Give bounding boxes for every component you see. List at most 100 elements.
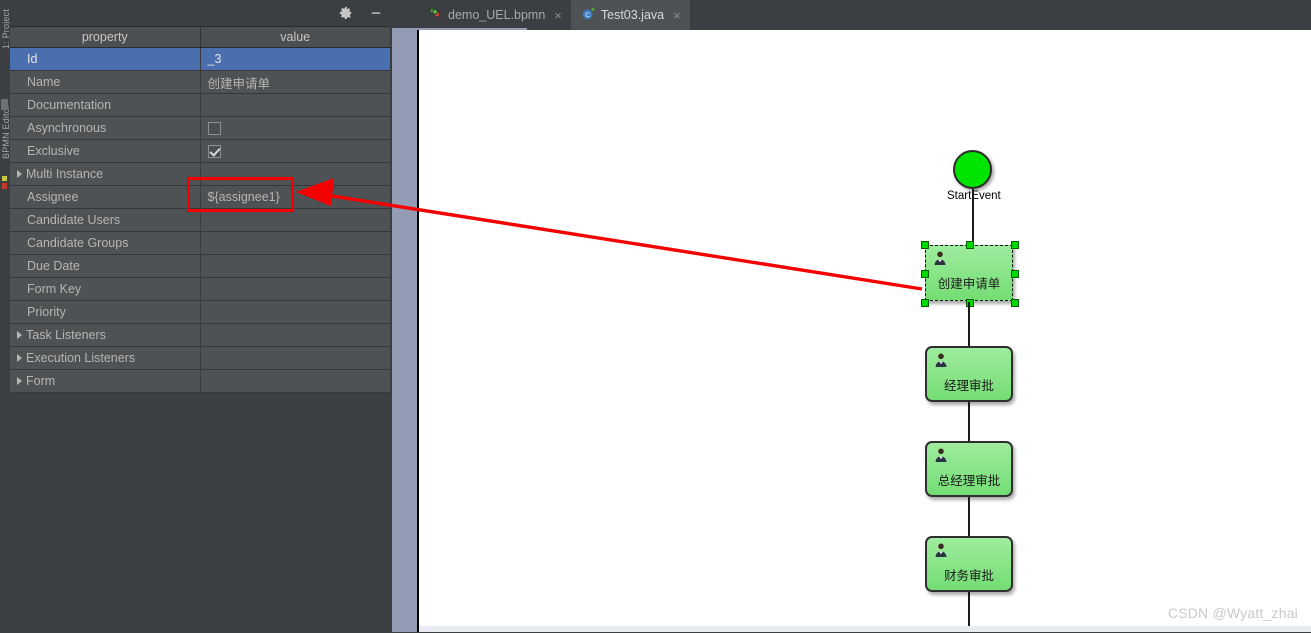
ide-window: 1: Project BPMN Editor property value Id… bbox=[0, 0, 1311, 633]
checkbox-unchecked-icon[interactable] bbox=[207, 122, 221, 136]
property-name-cell[interactable]: Assignee bbox=[10, 185, 201, 209]
property-value-cell[interactable]: _3 bbox=[200, 47, 391, 71]
resize-handle-n[interactable] bbox=[966, 241, 974, 249]
properties-table-body: Id _3 Name 创建申请单 Documentation Asynchronous Ex… bbox=[10, 47, 391, 393]
bpmn-user-task-finance-approval[interactable]: 财务审批 bbox=[925, 536, 1013, 592]
bpmn-file-icon bbox=[429, 7, 442, 23]
property-value-cell[interactable] bbox=[200, 277, 391, 301]
property-name-label: Form Key bbox=[27, 282, 82, 296]
property-name-label: Id bbox=[27, 52, 38, 66]
canvas-bottom-strip bbox=[419, 626, 1311, 632]
property-value-cell[interactable] bbox=[200, 369, 391, 393]
close-icon[interactable]: × bbox=[673, 9, 681, 22]
resize-handle-se[interactable] bbox=[1011, 299, 1019, 307]
properties-table-container: property value Id _3 Name 创建申请单 Documentatio… bbox=[10, 26, 391, 633]
resize-handle-e[interactable] bbox=[1011, 270, 1019, 278]
table-row[interactable]: Documentation bbox=[10, 93, 391, 117]
table-row[interactable]: Due Date bbox=[10, 254, 391, 278]
property-value-cell[interactable] bbox=[200, 300, 391, 324]
table-row[interactable]: Task Listeners bbox=[10, 323, 391, 347]
property-value-cell[interactable] bbox=[200, 139, 391, 163]
close-icon[interactable]: × bbox=[554, 9, 562, 22]
strip-warning-dot bbox=[2, 176, 7, 181]
strip-error-dot bbox=[2, 183, 7, 189]
property-value-cell[interactable] bbox=[200, 93, 391, 117]
properties-table-header-row: property value bbox=[10, 27, 390, 48]
property-name-label: Name bbox=[27, 75, 61, 89]
property-name-cell[interactable]: Exclusive bbox=[10, 139, 201, 163]
chevron-right-icon[interactable] bbox=[17, 330, 22, 339]
property-name-cell[interactable]: Name bbox=[10, 70, 201, 94]
property-name-label: Form bbox=[26, 374, 56, 388]
bpmn-task-label: 总经理审批 bbox=[937, 474, 1001, 488]
table-row[interactable]: Exclusive bbox=[10, 139, 391, 163]
bpmn-diagram-canvas[interactable]: StartEvent 创建申请单 经理审批 总经理审批 财务审批 CSDN @W… bbox=[419, 30, 1311, 632]
property-name-label: Due Date bbox=[27, 259, 80, 273]
checkbox-checked-icon[interactable] bbox=[207, 145, 221, 159]
table-row[interactable]: Name 创建申请单 bbox=[10, 70, 391, 94]
properties-panel: property value Id _3 Name 创建申请单 Documentatio… bbox=[10, 0, 392, 633]
chevron-right-icon[interactable] bbox=[17, 353, 22, 362]
java-class-icon: C bbox=[581, 7, 595, 24]
bpmn-start-event-label: StartEvent bbox=[947, 190, 1001, 202]
property-name-cell[interactable]: Form Key bbox=[10, 277, 201, 301]
property-name-cell[interactable]: Priority bbox=[10, 300, 201, 324]
property-name-cell[interactable]: Form bbox=[10, 369, 201, 393]
property-name-cell[interactable]: Candidate Users bbox=[10, 208, 201, 232]
resize-handle-w[interactable] bbox=[921, 270, 929, 278]
table-row[interactable]: Form Key bbox=[10, 277, 391, 301]
table-row[interactable]: Id _3 bbox=[10, 47, 391, 71]
resize-handle-ne[interactable] bbox=[1011, 241, 1019, 249]
property-name-label: Documentation bbox=[27, 98, 112, 112]
editor-tabbar: demo_UEL.bpmn × C Test03.java × bbox=[392, 0, 1311, 30]
table-row[interactable]: Candidate Groups bbox=[10, 231, 391, 255]
resize-handle-nw[interactable] bbox=[921, 241, 929, 249]
property-name-label: Priority bbox=[27, 305, 66, 319]
table-row[interactable]: Execution Listeners bbox=[10, 346, 391, 370]
property-name-label: Multi Instance bbox=[26, 167, 104, 181]
property-name-cell[interactable]: Candidate Groups bbox=[10, 231, 201, 255]
editor-tab-label: Test03.java bbox=[600, 7, 665, 22]
resize-handle-sw[interactable] bbox=[921, 299, 929, 307]
editor-tab-demo-uel-bpmn[interactable]: demo_UEL.bpmn × bbox=[419, 0, 571, 30]
bpmn-start-event[interactable] bbox=[953, 150, 992, 189]
table-row[interactable]: Asynchronous bbox=[10, 116, 391, 140]
property-value-cell[interactable] bbox=[200, 254, 391, 278]
minimize-icon[interactable] bbox=[366, 3, 386, 23]
property-value-cell[interactable] bbox=[200, 346, 391, 370]
table-row[interactable]: Priority bbox=[10, 300, 391, 324]
property-value-cell[interactable] bbox=[200, 323, 391, 347]
editor-tab-test03-java[interactable]: C Test03.java × bbox=[570, 0, 690, 30]
table-row[interactable]: Form bbox=[10, 369, 391, 393]
property-value-cell[interactable]: 创建申请单 bbox=[200, 70, 391, 94]
chevron-right-icon[interactable] bbox=[17, 169, 22, 178]
column-header-property[interactable]: property bbox=[10, 27, 201, 48]
bpmn-user-task-manager-approval[interactable]: 经理审批 bbox=[925, 346, 1013, 402]
property-name-label: Assignee bbox=[27, 190, 79, 204]
property-name-cell[interactable]: Task Listeners bbox=[10, 323, 201, 347]
property-value-text: 创建申请单 bbox=[207, 76, 271, 91]
property-name-cell[interactable]: Due Date bbox=[10, 254, 201, 278]
tool-window-strip: 1: Project BPMN Editor bbox=[0, 0, 11, 632]
property-name-cell[interactable]: Id bbox=[10, 47, 201, 71]
property-name-cell[interactable]: Asynchronous bbox=[10, 116, 201, 140]
property-name-cell[interactable]: Execution Listeners bbox=[10, 346, 201, 370]
chevron-right-icon[interactable] bbox=[17, 376, 22, 385]
gear-icon[interactable] bbox=[336, 3, 356, 23]
property-value-text: _3 bbox=[207, 52, 222, 66]
column-header-value[interactable]: value bbox=[200, 27, 390, 48]
property-value-cell[interactable] bbox=[200, 231, 391, 255]
bpmn-user-task-selected[interactable]: 创建申请单 bbox=[921, 241, 1019, 307]
svg-text:C: C bbox=[585, 12, 590, 19]
property-value-cell[interactable] bbox=[200, 116, 391, 140]
property-name-cell[interactable]: Documentation bbox=[10, 93, 201, 117]
bpmn-user-task-gm-approval[interactable]: 总经理审批 bbox=[925, 441, 1013, 497]
user-task-person-icon bbox=[933, 542, 949, 558]
editor-tab-label: demo_UEL.bpmn bbox=[448, 7, 546, 22]
panel-scrollbar-strip[interactable] bbox=[392, 20, 417, 632]
diagram-content: StartEvent 创建申请单 经理审批 总经理审批 财务审批 bbox=[419, 30, 1311, 632]
properties-panel-titlebar bbox=[10, 0, 392, 26]
strip-marker bbox=[1, 99, 8, 110]
annotation-highlight-box bbox=[187, 177, 294, 212]
property-name-cell[interactable]: Multi Instance bbox=[10, 162, 201, 186]
